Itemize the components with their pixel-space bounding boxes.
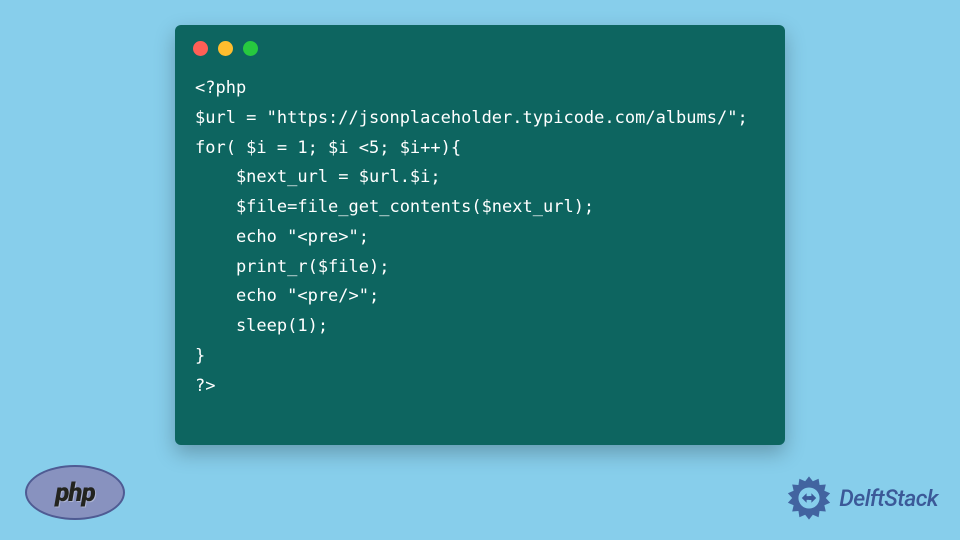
code-window: <?php $url = "https://jsonplaceholder.ty… [175,25,785,445]
maximize-dot-icon [243,41,258,56]
php-logo: php [25,465,125,520]
code-content: <?php $url = "https://jsonplaceholder.ty… [175,64,785,421]
close-dot-icon [193,41,208,56]
delftstack-logo: DelftStack [785,474,938,522]
delftstack-gear-icon [785,474,833,522]
minimize-dot-icon [218,41,233,56]
delftstack-logo-text: DelftStack [839,485,938,512]
window-controls [175,25,785,64]
php-logo-text: php [55,478,95,508]
